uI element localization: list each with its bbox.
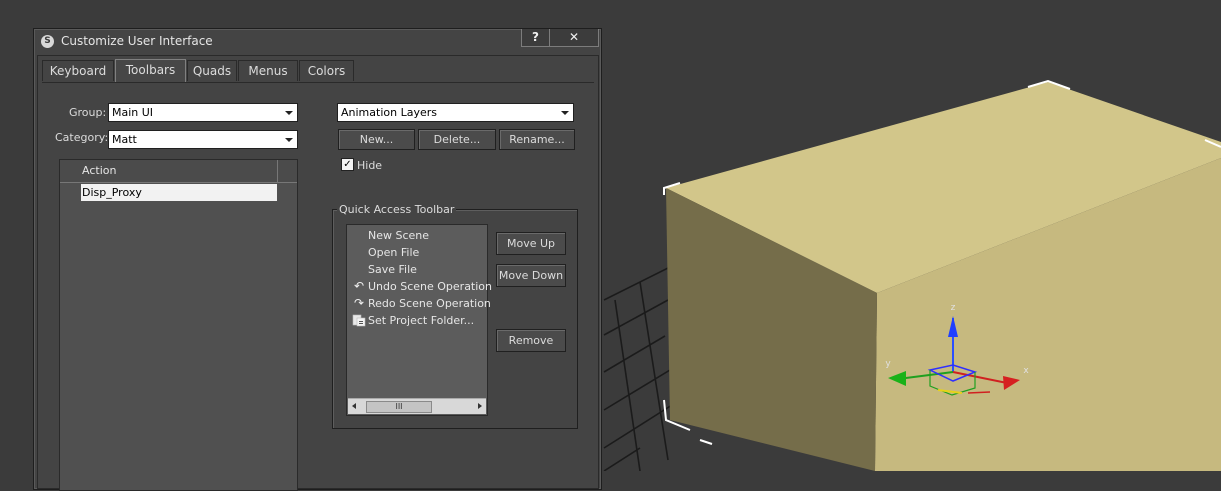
list-item-label: Open File <box>368 246 420 259</box>
hide-label: Hide <box>357 159 383 172</box>
toolbar-dropdown[interactable]: Animation Layers <box>337 103 574 122</box>
move-up-button[interactable]: Move Up <box>496 232 566 255</box>
tab-keyboard[interactable]: Keyboard <box>42 60 114 81</box>
chevron-down-icon <box>561 111 569 115</box>
list-item[interactable]: ↷ Redo Scene Operation <box>347 295 491 312</box>
list-item[interactable]: Open File <box>347 244 485 261</box>
list-item[interactable]: Save File <box>347 261 485 278</box>
dialog-panel: Keyboard Toolbars Quads Menus Colors Gro… <box>37 55 599 491</box>
horizontal-scrollbar[interactable]: III <box>348 398 486 414</box>
redo-icon: ↷ <box>353 296 365 310</box>
dialog-title: Customize User Interface <box>61 34 213 48</box>
tab-colors[interactable]: Colors <box>299 60 354 81</box>
category-dropdown[interactable]: Matt <box>108 130 298 149</box>
hide-checkbox[interactable]: ✓ <box>341 158 354 171</box>
close-button[interactable]: ✕ <box>549 29 599 47</box>
new-toolbar-button[interactable]: New... <box>338 129 415 150</box>
action-list[interactable]: Action Disp_Proxy <box>59 159 298 491</box>
list-item-label: Save File <box>368 263 417 276</box>
scroll-right-icon[interactable] <box>478 403 482 409</box>
tab-body-border <box>42 82 594 83</box>
group-dropdown[interactable]: Main UI <box>108 103 298 122</box>
action-column-header: Action <box>82 164 117 177</box>
list-item[interactable]: Set Project Folder... <box>347 312 485 329</box>
move-down-button[interactable]: Move Down <box>496 264 566 287</box>
category-label: Category: <box>55 131 109 144</box>
app-logo-icon: S <box>41 35 54 48</box>
list-item[interactable]: New Scene <box>347 227 485 244</box>
quick-access-group: Quick Access Toolbar New Scene Open File… <box>332 203 578 429</box>
scroll-thumb[interactable]: III <box>366 401 432 413</box>
list-item-label: Undo Scene Operation <box>368 280 493 293</box>
chevron-down-icon <box>285 111 293 115</box>
group-label: Group: <box>69 106 107 119</box>
tab-toolbars[interactable]: Toolbars <box>115 59 186 83</box>
undo-icon: ↶ <box>353 279 365 293</box>
column-divider <box>277 160 278 182</box>
rename-toolbar-button[interactable]: Rename... <box>499 129 575 150</box>
list-item-label: New Scene <box>368 229 430 242</box>
quick-access-title: Quick Access Toolbar <box>337 203 457 216</box>
list-item[interactable]: ↶ Undo Scene Operation <box>347 278 492 295</box>
project-folder-icon <box>352 313 366 327</box>
list-item-label: Redo Scene Operation <box>368 297 491 310</box>
delete-toolbar-button[interactable]: Delete... <box>418 129 496 150</box>
quick-access-list[interactable]: New Scene Open File Save File ↶ Undo Sce… <box>346 224 492 416</box>
category-dropdown-value: Matt <box>112 133 137 146</box>
chevron-down-icon <box>285 138 293 142</box>
tab-quads[interactable]: Quads <box>187 60 237 81</box>
dialog-titlebar[interactable]: S Customize User Interface ? ✕ <box>34 29 601 54</box>
toolbar-dropdown-value: Animation Layers <box>341 106 437 119</box>
list-item-label: Set Project Folder... <box>368 314 475 327</box>
remove-button[interactable]: Remove <box>496 329 566 352</box>
scroll-left-icon[interactable] <box>352 403 356 409</box>
y-axis-label: y <box>885 359 891 369</box>
list-item[interactable]: Disp_Proxy <box>81 184 277 201</box>
group-dropdown-value: Main UI <box>112 106 154 119</box>
customize-ui-dialog: S Customize User Interface ? ✕ Keyboard … <box>33 28 602 491</box>
help-button[interactable]: ? <box>521 29 550 47</box>
x-axis-label: x <box>1023 366 1029 376</box>
tab-menus[interactable]: Menus <box>238 60 298 81</box>
list-item-label: Disp_Proxy <box>82 186 142 199</box>
z-axis-label: z <box>951 303 956 313</box>
action-list-header[interactable]: Action <box>60 160 297 183</box>
